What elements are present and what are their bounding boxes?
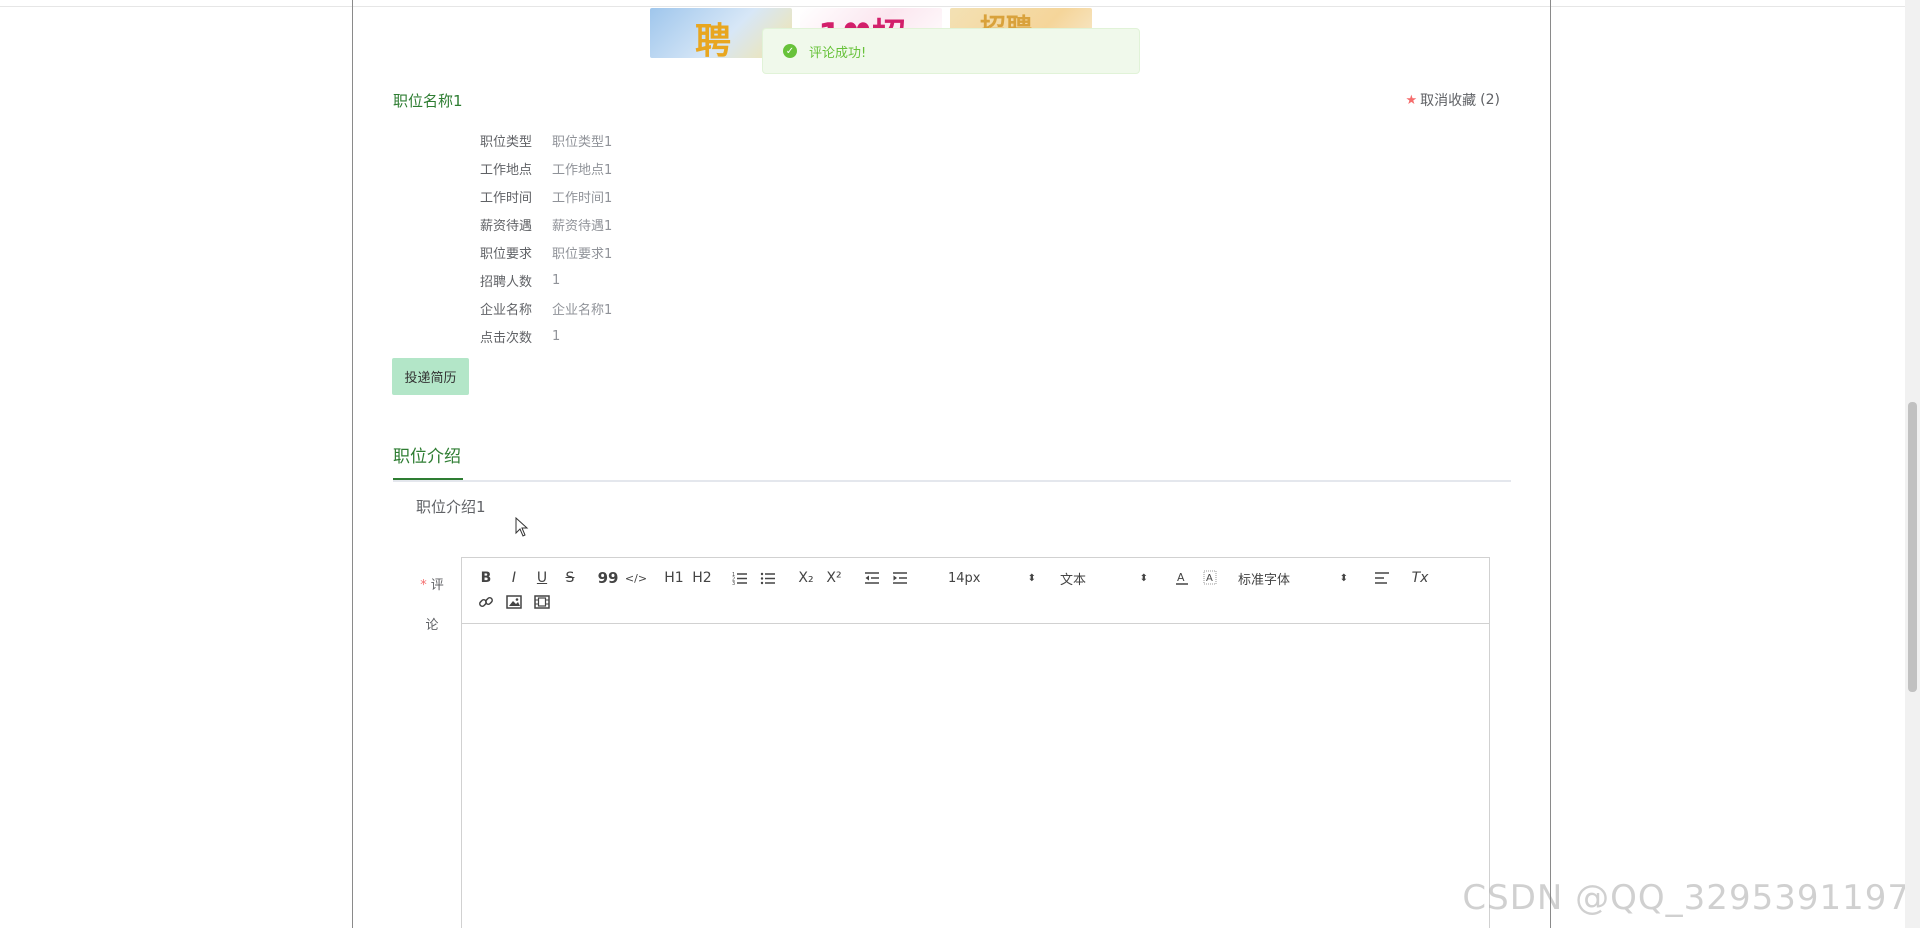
scrollbar-thumb[interactable] (1908, 402, 1917, 692)
svg-text:3: 3 (732, 581, 735, 585)
tab-job-intro[interactable]: 职位介绍 (393, 444, 463, 480)
detail-row: 工作时间 工作时间1 (470, 182, 612, 210)
subscript-button[interactable]: X₂ (792, 566, 820, 590)
header-1-button[interactable]: H1 (660, 566, 688, 590)
mouse-cursor-icon (515, 517, 529, 537)
job-details: 职位类型 职位类型1 工作地点 工作地点1 工作时间 工作时间1 薪资待遇 薪资… (470, 126, 612, 350)
detail-row: 点击次数 1 (470, 322, 612, 350)
italic-button[interactable]: I (500, 566, 528, 590)
detail-label: 点击次数 (479, 330, 532, 346)
detail-label: 职位要求 (479, 246, 532, 262)
detail-row: 职位要求 职位要求1 (470, 238, 612, 266)
bullet-list-icon[interactable] (754, 566, 782, 590)
page-scrollbar[interactable] (1905, 0, 1920, 928)
content-frame-left (352, 0, 353, 928)
indent-icon[interactable] (886, 566, 914, 590)
comment-editor: B I U S 99 </> H1 H2 123 X₂ X² 14px ⬍ 文本… (461, 557, 1490, 928)
favorite-count: (2) (1480, 92, 1500, 108)
video-icon[interactable] (528, 590, 556, 614)
underline-button[interactable]: U (528, 566, 556, 590)
detail-label: 企业名称 (479, 302, 532, 318)
svg-text:A: A (1206, 573, 1213, 584)
detail-label: 职位类型 (479, 134, 532, 150)
unfavorite-label: 取消收藏 (1420, 93, 1477, 109)
detail-value: 薪资待遇1 (552, 218, 613, 234)
job-title: 职位名称1 (393, 92, 463, 110)
select-arrows-icon: ⬍ (1339, 572, 1348, 584)
check-circle-icon: ✓ (783, 44, 797, 58)
detail-row: 工作地点 工作地点1 (470, 154, 612, 182)
comment-label: * 评 论 (420, 578, 444, 633)
superscript-button[interactable]: X² (820, 566, 848, 590)
detail-value: 工作地点1 (552, 162, 613, 178)
outdent-icon[interactable] (858, 566, 886, 590)
detail-value: 企业名称1 (552, 302, 613, 318)
watermark: CSDN @QQ_3295391197 (1462, 878, 1910, 918)
detail-label: 薪资待遇 (479, 218, 532, 234)
font-size-select[interactable]: 14px ⬍ (944, 566, 1040, 590)
tabs: 职位介绍 (393, 444, 1511, 482)
svg-text:A: A (1177, 571, 1185, 584)
star-icon: ★ (1405, 92, 1418, 108)
background-color-icon[interactable]: A (1196, 566, 1224, 590)
strike-button[interactable]: S (556, 566, 584, 590)
toast-message: 评论成功! (809, 45, 867, 61)
detail-row: 薪资待遇 薪资待遇1 (470, 210, 612, 238)
detail-row: 招聘人数 1 (470, 266, 612, 294)
job-intro-text: 职位介绍1 (416, 498, 486, 516)
header-select[interactable]: 文本 ⬍ (1056, 566, 1152, 590)
detail-label: 工作地点 (479, 162, 532, 178)
detail-label: 招聘人数 (479, 274, 532, 290)
align-icon[interactable] (1368, 566, 1396, 590)
text-color-icon[interactable]: A (1168, 566, 1196, 590)
detail-value: 1 (552, 328, 561, 344)
detail-value: 1 (552, 272, 561, 288)
ordered-list-icon[interactable]: 123 (726, 566, 754, 590)
image-icon[interactable] (500, 590, 528, 614)
editor-toolbar: B I U S 99 </> H1 H2 123 X₂ X² 14px ⬍ 文本… (462, 558, 1489, 624)
code-block-button[interactable]: </> (622, 566, 650, 590)
font-family-select[interactable]: 标准字体 ⬍ (1234, 566, 1352, 590)
required-mark: * (420, 578, 427, 593)
detail-label: 工作时间 (479, 190, 532, 206)
blockquote-button[interactable]: 99 (594, 566, 622, 590)
detail-value: 职位要求1 (552, 246, 613, 262)
top-divider (0, 6, 1920, 7)
unfavorite-button[interactable]: ★ 取消收藏 (2) (1406, 90, 1501, 110)
select-arrows-icon: ⬍ (1139, 572, 1148, 584)
submit-resume-button[interactable]: 投递简历 (392, 358, 469, 395)
content-frame-right (1550, 0, 1551, 928)
select-arrows-icon: ⬍ (1027, 572, 1036, 584)
bold-button[interactable]: B (472, 566, 500, 590)
header-2-button[interactable]: H2 (688, 566, 716, 590)
detail-row: 企业名称 企业名称1 (470, 294, 612, 322)
detail-value: 工作时间1 (552, 190, 613, 206)
link-icon[interactable] (472, 590, 500, 614)
detail-row: 职位类型 职位类型1 (470, 126, 612, 154)
comment-editor-input[interactable] (462, 624, 1489, 928)
success-toast: ✓ 评论成功! (762, 28, 1140, 74)
page: 聘 1♥招 招聘 ✓ 评论成功! 职位名称1 ★ 取消收藏 (2) 职位类型 职… (0, 0, 1920, 928)
detail-value: 职位类型1 (552, 134, 613, 150)
clear-format-button[interactable]: Tx (1406, 566, 1434, 590)
